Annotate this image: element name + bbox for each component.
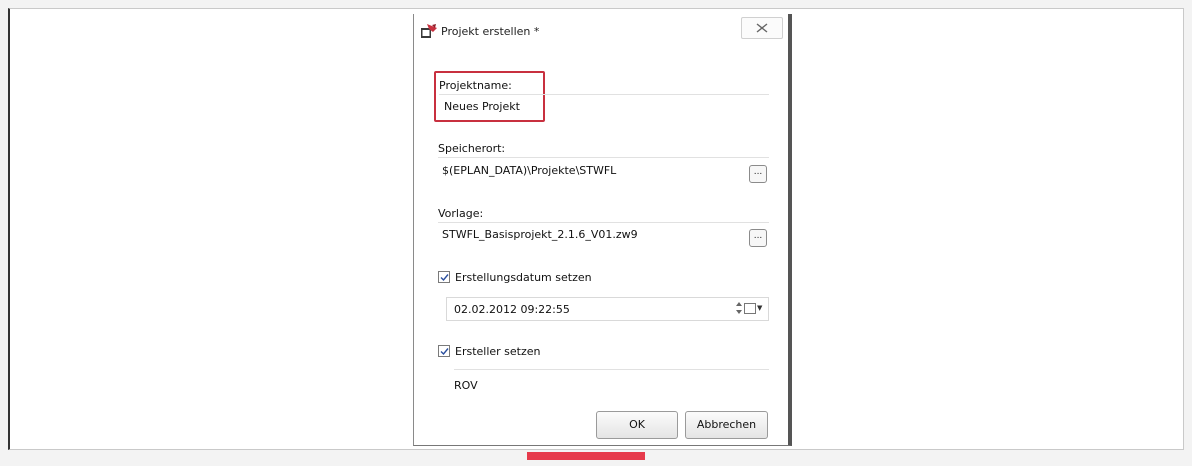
location-input[interactable]: $(EPLAN_DATA)\Projekte\STWFL: [442, 164, 616, 177]
ok-button[interactable]: OK: [596, 411, 678, 439]
separator: [438, 222, 769, 223]
location-label: Speicherort:: [438, 142, 506, 155]
close-icon: [756, 23, 768, 33]
creation-date-checkbox[interactable]: [438, 271, 450, 283]
creator-input[interactable]: ROV: [454, 379, 478, 392]
checkmark-icon: [440, 274, 449, 282]
cancel-button[interactable]: Abbrechen: [685, 411, 768, 439]
project-create-dialog: Projekt erstellen * Projektname: Neues P…: [413, 14, 792, 446]
checkmark-icon: [440, 348, 449, 356]
creation-date-value: 02.02.2012 09:22:55: [454, 303, 570, 316]
template-browse-button[interactable]: ...: [749, 229, 767, 247]
separator: [454, 369, 769, 370]
dialog-title: Projekt erstellen *: [441, 25, 540, 38]
project-name-input[interactable]: Neues Projekt: [444, 100, 520, 113]
spinner-icon[interactable]: [735, 301, 743, 315]
location-browse-button[interactable]: ...: [749, 165, 767, 183]
creator-checkbox[interactable]: [438, 345, 450, 357]
dialog-titlebar: Projekt erstellen *: [414, 14, 788, 48]
creation-date-label: Erstellungsdatum setzen: [455, 271, 592, 284]
close-button[interactable]: [741, 17, 783, 39]
template-input[interactable]: STWFL_Basisprojekt_2.1.6_V01.zw9: [442, 228, 638, 241]
chevron-down-icon[interactable]: ▼: [757, 304, 762, 312]
separator: [439, 94, 769, 95]
project-name-label: Projektname:: [439, 79, 512, 92]
template-label: Vorlage:: [438, 207, 484, 220]
project-create-icon: [420, 23, 438, 39]
red-accent-bar: [527, 452, 645, 460]
separator: [438, 157, 769, 158]
calendar-icon[interactable]: [744, 303, 756, 314]
creator-label: Ersteller setzen: [455, 345, 541, 358]
